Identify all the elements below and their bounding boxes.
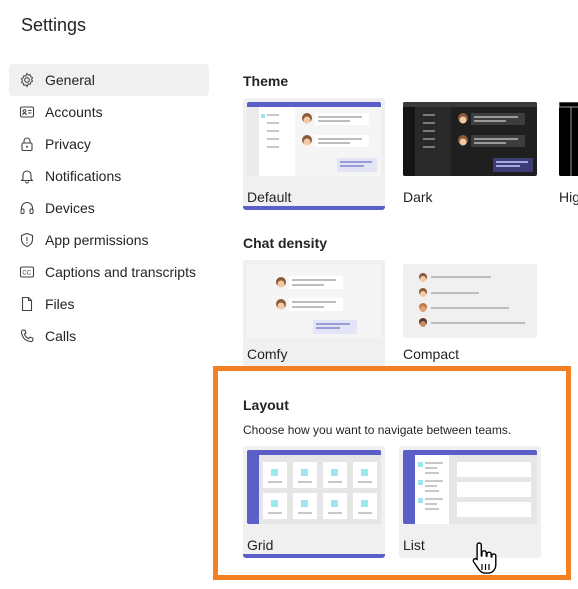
sidebar-item-privacy[interactable]: Privacy <box>9 128 209 160</box>
hand-cursor-icon <box>470 540 500 580</box>
sidebar-item-captions[interactable]: CC Captions and transcripts <box>9 256 209 288</box>
sidebar-item-label: Devices <box>45 200 95 216</box>
sidebar-item-accounts[interactable]: Accounts <box>9 96 209 128</box>
chat-density-heading: Chat density <box>243 235 328 251</box>
bell-icon <box>19 168 35 184</box>
gear-icon <box>19 72 35 88</box>
theme-default-preview <box>247 102 381 176</box>
sidebar-item-label: Accounts <box>45 104 103 120</box>
theme-dark-label: Dark <box>403 189 433 205</box>
theme-dark-preview <box>403 102 537 176</box>
sidebar-item-label: Privacy <box>45 136 91 152</box>
theme-high-contrast-preview <box>559 102 578 176</box>
sidebar-item-files[interactable]: Files <box>9 288 209 320</box>
sidebar-item-label: App permissions <box>45 232 149 248</box>
theme-dark-card[interactable]: Dark <box>399 98 541 210</box>
density-compact-preview <box>403 264 537 338</box>
selected-indicator <box>243 206 385 210</box>
sidebar-item-app-permissions[interactable]: App permissions <box>9 224 209 256</box>
sidebar-item-notifications[interactable]: Notifications <box>9 160 209 192</box>
density-compact-card[interactable]: Compact <box>399 260 541 368</box>
density-comfy-card[interactable]: Comfy <box>243 260 385 368</box>
sidebar-item-calls[interactable]: Calls <box>9 320 209 352</box>
sidebar-item-label: Notifications <box>45 168 122 184</box>
headset-icon <box>19 200 35 216</box>
sidebar-item-label: Files <box>45 296 75 312</box>
sidebar-item-label: General <box>45 72 95 88</box>
sidebar-item-label: Captions and transcripts <box>45 264 196 280</box>
page-title: Settings <box>21 15 87 35</box>
theme-heading: Theme <box>243 73 289 89</box>
shield-icon <box>19 232 35 248</box>
theme-default-card[interactable]: Default <box>243 98 385 210</box>
svg-text:CC: CC <box>22 271 31 277</box>
cc-icon: CC <box>19 264 35 280</box>
theme-default-label: Default <box>247 189 292 205</box>
theme-high-contrast-card[interactable]: Hig <box>555 98 578 210</box>
id-card-icon <box>19 104 35 120</box>
sidebar-item-devices[interactable]: Devices <box>9 192 209 224</box>
lock-icon <box>19 136 35 152</box>
theme-high-contrast-label: Hig <box>559 189 578 205</box>
file-icon <box>19 296 35 312</box>
sidebar-item-general[interactable]: General <box>9 64 209 96</box>
settings-nav: General Accounts Privacy Notifications D… <box>9 64 209 352</box>
phone-icon <box>19 328 35 344</box>
density-comfy-preview <box>247 264 381 338</box>
layout-highlight-box <box>213 366 571 580</box>
sidebar-item-label: Calls <box>45 328 77 344</box>
density-comfy-label: Comfy <box>247 346 288 362</box>
density-compact-label: Compact <box>403 346 460 362</box>
